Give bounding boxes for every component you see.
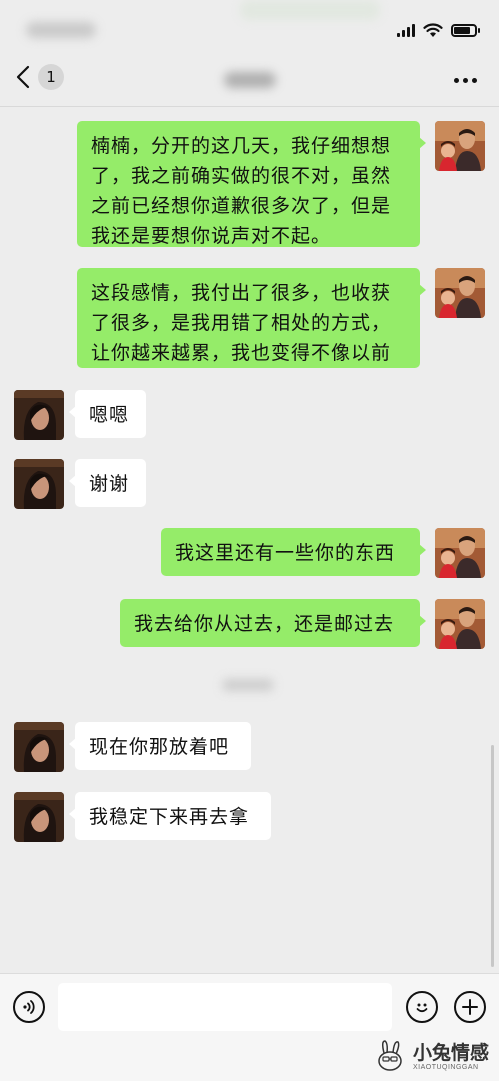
wifi-icon [423, 22, 443, 37]
message-line: 了，我之前确实做的很不对，虽然 [91, 165, 392, 187]
avatar-man-icon[interactable] [435, 528, 485, 578]
message-bubble-received[interactable]: 谢谢 [69, 459, 146, 507]
message-row: 这段感情，我付出了很多，也收获 了很多，是我用错了相处的方式， 让你越来越累，我… [0, 268, 499, 368]
message-line: 我稳定下来再去拿 [89, 806, 250, 828]
emoji-button[interactable] [406, 991, 438, 1023]
chevron-left-icon [16, 65, 30, 89]
watermark-title: 小兔情感 [412, 1041, 489, 1064]
more-functions-button[interactable] [454, 991, 486, 1023]
back-button[interactable]: 1 [16, 64, 64, 90]
avatar-man-icon[interactable] [435, 121, 485, 171]
message-bubble-sent[interactable]: 楠楠，分开的这几天，我仔细想想 了，我之前确实做的很不对，虽然 之前已经想你道歉… [77, 121, 426, 247]
more-options-button[interactable] [454, 70, 477, 90]
battery-icon [451, 23, 480, 37]
blurred-contact-name [224, 72, 276, 88]
message-row: 我稳定下来再去拿 [0, 792, 499, 842]
avatar-woman-icon[interactable] [14, 390, 64, 440]
message-line: 了很多，是我用错了相处的方式， [91, 312, 392, 334]
message-bubble-sent[interactable]: 我这里还有一些你的东西 [161, 528, 426, 576]
chat-header: 1 [0, 56, 499, 107]
blurred-timestamp [222, 679, 274, 691]
unread-count-badge: 1 [38, 64, 64, 90]
message-line: 让你越来越累，我也变得不像以前 [91, 342, 392, 364]
message-input[interactable] [58, 983, 392, 1031]
message-line: 我还是要想你说声对不起。 [91, 225, 332, 247]
message-line: 我去给你从过去，还是邮过去 [134, 613, 395, 635]
watermark-text: 小兔情感 XIAOTUQINGGAN [413, 1042, 489, 1071]
message-bubble-sent[interactable]: 我去给你从过去，还是邮过去 [120, 599, 426, 647]
message-row: 我去给你从过去，还是邮过去 [0, 599, 499, 649]
message-line: 嗯嗯 [89, 404, 130, 426]
message-bubble-received[interactable]: 现在你那放着吧 [69, 722, 251, 770]
avatar-woman-icon[interactable] [14, 722, 64, 772]
input-bar: 小兔情感 XIAOTUQINGGAN [0, 973, 499, 1081]
message-row: 谢谢 [0, 459, 499, 509]
message-line: 现在你那放着吧 [89, 736, 230, 758]
plus-icon [462, 999, 478, 1015]
rabbit-logo-icon [378, 1040, 402, 1071]
message-bubble-received[interactable]: 嗯嗯 [69, 390, 146, 438]
message-line: 之前已经想你道歉很多次了，但是 [91, 195, 392, 217]
avatar-man-icon[interactable] [435, 268, 485, 318]
message-line: 我这里还有一些你的东西 [175, 542, 396, 564]
avatar-woman-icon[interactable] [14, 792, 64, 842]
message-row: 楠楠，分开的这几天，我仔细想想 了，我之前确实做的很不对，虽然 之前已经想你道歉… [0, 121, 499, 247]
message-list[interactable]: 楠楠，分开的这几天，我仔细想想 了，我之前确实做的很不对，虽然 之前已经想你道歉… [0, 107, 499, 973]
voice-wave-icon [23, 1000, 35, 1014]
message-line: 这段感情，我付出了很多，也收获 [91, 282, 392, 304]
blurred-time [26, 22, 96, 38]
voice-input-button[interactable] [13, 991, 45, 1023]
watermark-subtitle: XIAOTUQINGGAN [412, 1063, 479, 1071]
scrollbar[interactable] [491, 745, 494, 967]
status-bar [0, 0, 499, 56]
message-bubble-sent[interactable]: 这段感情，我付出了很多，也收获 了很多，是我用错了相处的方式， 让你越来越累，我… [77, 268, 426, 368]
message-row: 我这里还有一些你的东西 [0, 528, 499, 578]
message-line: 谢谢 [89, 473, 130, 495]
status-icons [397, 20, 480, 40]
message-bubble-received[interactable]: 我稳定下来再去拿 [69, 792, 271, 840]
cellular-signal-icon [397, 23, 415, 37]
smiley-icon [416, 1003, 428, 1013]
message-row: 现在你那放着吧 [0, 722, 499, 772]
more-dot-icon [472, 77, 477, 83]
blurred-decoration [240, 0, 380, 20]
message-line: 楠楠，分开的这几天，我仔细想想 [91, 135, 392, 157]
more-dot-icon [454, 77, 459, 83]
message-row: 嗯嗯 [0, 390, 499, 440]
more-dot-icon [463, 77, 468, 83]
avatar-woman-icon[interactable] [14, 459, 64, 509]
watermark: 小兔情感 XIAOTUQINGGAN [373, 1036, 489, 1076]
avatar-man-icon[interactable] [435, 599, 485, 649]
